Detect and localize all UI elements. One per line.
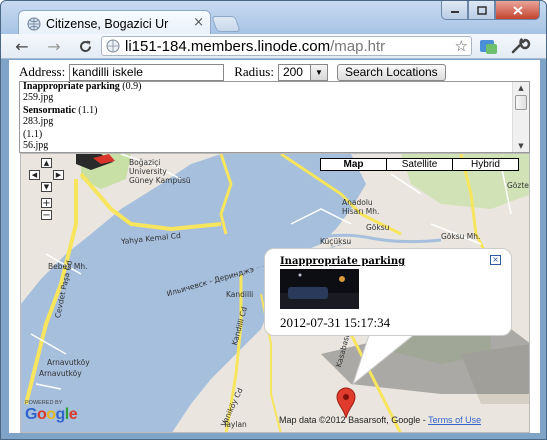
pan-right-icon[interactable]: ▶ (53, 170, 64, 180)
browser-toolbar: ← → li151-184.members.linode.com/map.htr… (1, 34, 546, 59)
result-file: 283.jpg (23, 115, 54, 127)
map-type-map-button[interactable]: Map (321, 159, 386, 170)
scroll-up-icon[interactable]: ▲ (513, 82, 529, 94)
tab-title: Citizense, Bogazici Ur (46, 16, 169, 31)
map-label: Göksu (366, 223, 390, 232)
map-label: Göztep (507, 181, 529, 190)
result-score: (1.1) (78, 105, 98, 117)
results-scrollbar[interactable]: ▲ ▼ (512, 82, 529, 152)
close-icon (512, 5, 523, 15)
bookmark-star-icon[interactable]: ☆ (455, 37, 468, 55)
wrench-icon[interactable] (509, 37, 531, 55)
minimize-button[interactable] (441, 1, 468, 20)
extension-icon[interactable] (479, 38, 499, 55)
forward-button[interactable]: → (43, 36, 65, 56)
search-form: Address: kandilli iskele Radius: 200 ▼ S… (19, 63, 446, 81)
maximize-button[interactable] (468, 1, 495, 20)
radius-value: 200 (282, 65, 303, 79)
pan-up-icon[interactable]: ▲ (41, 158, 52, 168)
maximize-icon (476, 5, 487, 15)
url-path: /map.htr (330, 37, 386, 55)
map-attribution: Map data ©2012 Basarsoft, Google - Terms… (279, 415, 481, 425)
title-bar: Citizense, Bogazici Ur × (1, 1, 546, 36)
google-wordmark: Google (25, 406, 78, 423)
report-date: 2012-07-31 15:17:34 (280, 315, 391, 330)
map-label: Küçüksu (320, 237, 352, 246)
url-text: li151-184.members.linode.com/map.htr (125, 38, 450, 55)
map-label: Kandilli (226, 290, 254, 299)
scroll-down-icon[interactable]: ▼ (513, 140, 529, 152)
infowindow-tail (351, 329, 422, 386)
minimize-icon (450, 11, 459, 13)
pan-zoom-control: ▲ ◀ ▶ ▼ + − (29, 158, 64, 221)
page-icon (106, 39, 120, 53)
address-label: Address: (19, 64, 66, 79)
back-button[interactable]: ← (11, 36, 33, 56)
address-input[interactable]: kandilli iskele (69, 63, 225, 81)
url-host: li151-184.members.linode.com (125, 37, 331, 55)
terms-of-use-link[interactable]: Terms of Use (428, 415, 481, 425)
radius-select[interactable]: 200 ▼ (277, 63, 328, 81)
reload-button[interactable] (74, 36, 96, 56)
list-item[interactable]: Sensormatic (1.1) 283.jpg (23, 105, 508, 127)
result-title: Inappropriate parking (23, 81, 120, 92)
google-logo[interactable]: POWERED BY Google (25, 400, 78, 424)
map-label: Anadolu (342, 198, 373, 207)
info-window-title: Inappropriate parking (280, 256, 406, 267)
result-file: 56.jpg (23, 139, 49, 151)
results-list: Inappropriate parking (0.9) 259.jpg Sens… (23, 82, 508, 152)
map-type-satellite-button[interactable]: Satellite (386, 159, 452, 170)
map-label: University (129, 167, 167, 176)
zoom-out-icon[interactable]: − (41, 210, 52, 221)
window-controls (441, 1, 540, 20)
close-window-button[interactable] (495, 1, 540, 20)
map-label: Hisarı Mh. (342, 207, 380, 216)
address-bar[interactable]: li151-184.members.linode.com/map.htr ☆ (101, 36, 472, 56)
reload-icon (79, 40, 91, 52)
page-content: Address: kandilli iskele Radius: 200 ▼ S… (9, 60, 540, 433)
map-label: Arnavutköy (47, 358, 90, 367)
chevron-down-icon[interactable]: ▼ (309, 64, 327, 80)
result-file: 259.jpg (23, 91, 54, 103)
map-view[interactable]: Boğaziçi University Güney Kampüsü Yahya … (20, 153, 530, 433)
results-panel: Inappropriate parking (0.9) 259.jpg Sens… (19, 81, 530, 153)
info-window: Inappropriate parking × 2012-07-31 15:17… (264, 248, 512, 336)
map-label: Arnavutköy (39, 369, 82, 378)
new-tab-button[interactable] (211, 16, 241, 32)
browser-window: Citizense, Bogazici Ur × ← → li151-184.m… (0, 0, 547, 440)
browser-tab[interactable]: Citizense, Bogazici Ur × (18, 10, 211, 36)
globe-icon (27, 17, 41, 30)
pan-left-icon[interactable]: ◀ (29, 170, 40, 180)
list-item[interactable]: Inappropriate parking (0.9) 259.jpg (23, 82, 508, 103)
map-label: Boğaziçi (129, 158, 161, 167)
map-label: Taylan (223, 420, 247, 429)
forward-arrow-icon: → (47, 36, 61, 56)
map-type-control: Map Satellite Hybrid (320, 158, 519, 171)
list-item[interactable]: (1.1) 56.jpg (23, 130, 508, 151)
report-photo[interactable] (280, 269, 359, 309)
tab-close-icon[interactable]: × (193, 15, 204, 30)
scrollbar-thumb[interactable] (515, 95, 527, 110)
attribution-text: Map data ©2012 Basarsoft, Google - (279, 415, 426, 425)
pan-down-icon[interactable]: ▼ (41, 182, 52, 192)
search-locations-button[interactable]: Search Locations (336, 63, 446, 81)
zoom-in-icon[interactable]: + (41, 198, 52, 209)
map-label: Güney Kampüsü (129, 176, 191, 185)
map-label: Göksu Mh. (441, 232, 481, 241)
map-type-hybrid-button[interactable]: Hybrid (452, 159, 518, 170)
result-score: (1.1) (23, 129, 43, 141)
back-arrow-icon: ← (15, 36, 29, 56)
result-score: (0.9) (122, 81, 142, 92)
close-icon[interactable]: × (490, 255, 501, 265)
radius-label: Radius: (234, 64, 274, 79)
result-title: Sensormatic (23, 105, 76, 117)
